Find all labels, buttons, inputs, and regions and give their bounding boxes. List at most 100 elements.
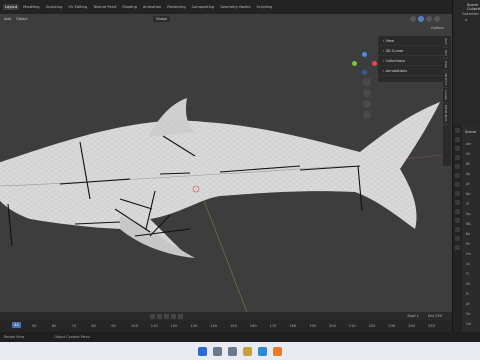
end-label: End [427, 314, 435, 318]
npanel-item-collections[interactable]: › Collections [378, 56, 443, 66]
properties-tab-icon[interactable] [455, 236, 460, 241]
sidebar-tabs: Item Tool View 3D-Print Create EDGE-Tools [443, 36, 451, 166]
property-item[interactable]: Dr [466, 302, 470, 306]
property-item[interactable]: Se [466, 152, 470, 156]
current-frame-indicator[interactable]: 44 [12, 322, 21, 328]
property-item[interactable]: Dr [466, 182, 470, 186]
tab-animation[interactable]: Animation [141, 4, 163, 10]
properties-tab-icon[interactable] [455, 245, 460, 250]
timeline-tick-label: 100 [131, 324, 138, 328]
properties-tab-icon[interactable] [455, 182, 460, 187]
outliner-item[interactable]: Collection [462, 12, 479, 16]
tab-layout[interactable]: Layout [3, 4, 20, 10]
property-item[interactable]: Ba [466, 232, 470, 236]
sidebar-tab-create[interactable]: Create [443, 88, 449, 103]
tab-modeling[interactable]: Modeling [21, 4, 41, 10]
timeline-tick-label: 240 [408, 324, 416, 328]
tab-shading[interactable]: Shading [120, 4, 139, 10]
start-field[interactable]: 1 [417, 314, 419, 318]
folder-icon[interactable] [243, 346, 252, 356]
property-item[interactable]: Sh [466, 282, 470, 286]
z-axis-icon[interactable] [362, 52, 367, 57]
properties-tab-icon[interactable] [455, 155, 460, 160]
search-icon[interactable] [213, 346, 222, 356]
play-icon[interactable] [164, 313, 169, 319]
grid-icon[interactable] [363, 111, 371, 119]
properties-tab-icon[interactable] [455, 164, 460, 169]
timeline-tick-label: 60 [51, 324, 57, 328]
tab-rendering[interactable]: Rendering [165, 4, 187, 10]
property-item[interactable]: Am [466, 142, 471, 146]
sidebar-tab-view[interactable]: View [443, 59, 449, 71]
start-icon[interactable] [198, 346, 207, 356]
jump-start-icon[interactable] [150, 313, 155, 319]
properties-tab-strip [453, 124, 462, 336]
property-item[interactable]: Bk [466, 162, 470, 166]
camera-icon[interactable] [363, 100, 371, 108]
outliner-item[interactable]: A [465, 18, 467, 22]
timeline-tick-label: 80 [91, 324, 96, 328]
property-item[interactable]: Co [466, 262, 470, 266]
x-axis-icon[interactable] [372, 61, 377, 66]
next-keyframe-icon[interactable] [171, 313, 176, 319]
properties-tab-icon[interactable] [455, 173, 460, 178]
properties-tab-icon[interactable] [455, 191, 460, 196]
timeline-tick-label: 200 [329, 324, 336, 328]
timeline-tick-label: 110 [150, 324, 158, 328]
neg-z-axis-icon[interactable] [362, 70, 367, 75]
frame-range: Start 1 End 250 [407, 314, 442, 318]
tab-scripting[interactable]: Scripting [254, 4, 274, 10]
sidebar-tab-edge-tools[interactable]: EDGE-Tools [443, 103, 449, 125]
property-item[interactable]: Fr [466, 292, 469, 296]
property-item[interactable]: Col [466, 322, 471, 326]
property-item[interactable]: Sp [466, 172, 470, 176]
tab-texture-paint[interactable]: Texture Paint [91, 4, 118, 10]
jump-end-icon[interactable] [178, 313, 183, 319]
pan-icon[interactable] [363, 89, 371, 97]
properties-tab-icon[interactable] [455, 227, 460, 232]
timeline-tick-label: 210 [348, 324, 356, 328]
sidebar-tab-3d-print[interactable]: 3D-Print [443, 71, 449, 88]
timeline-tick-label: 230 [388, 324, 396, 328]
timeline-tick-label: 190 [309, 324, 317, 328]
property-item[interactable]: Sl [466, 202, 469, 206]
tab-uv-editing[interactable]: UV Editing [66, 4, 89, 10]
sidebar-n-panel: › View › 3D Cursor › Collections › Annotati… [378, 36, 443, 82]
npanel-item-annotations[interactable]: › Annotations [378, 66, 443, 76]
browser-icon[interactable] [258, 346, 267, 356]
y-axis-icon[interactable] [352, 61, 357, 66]
tab-sculpting[interactable]: Sculpting [44, 4, 65, 10]
status-bar: Rotate View Object Context Menu [0, 332, 480, 342]
properties-tab-icon[interactable] [455, 146, 460, 151]
npanel-item-view[interactable]: › View [378, 36, 443, 46]
property-item[interactable]: Ws [466, 222, 471, 226]
timeline-tick-label: 50 [32, 324, 37, 328]
property-item[interactable]: Pe [466, 242, 470, 246]
prev-keyframe-icon[interactable] [157, 313, 162, 319]
timeline-header: Start 1 End 250 [0, 312, 452, 320]
end-field[interactable]: 250 [436, 314, 442, 318]
outliner: Scene Collection Collection A [452, 0, 480, 124]
properties-tab-icon[interactable] [455, 218, 460, 223]
tab-geometry-nodes[interactable]: Geometry Nodes [218, 4, 252, 10]
properties-tab-icon[interactable] [455, 137, 460, 142]
3d-viewport[interactable]: Add Object Global Options › View › 3D Cu… [0, 14, 452, 320]
property-item[interactable]: Ov [466, 312, 470, 316]
npanel-item-3d-cursor[interactable]: › 3D Cursor [378, 46, 443, 56]
timeline-tick-label: 70 [71, 324, 77, 328]
taskview-icon[interactable] [228, 346, 237, 356]
workspace-tabs: Layout Modeling Sculpting UV Editing Texture… [0, 0, 452, 14]
zoom-icon[interactable] [363, 78, 371, 86]
property-item[interactable]: Ti [466, 272, 469, 276]
sidebar-tab-item[interactable]: Item [443, 36, 449, 48]
properties-tab-icon[interactable] [455, 128, 460, 133]
property-item[interactable]: Dp [466, 212, 470, 216]
blender-icon[interactable] [273, 346, 282, 356]
properties-tab-icon[interactable] [455, 200, 460, 205]
properties-tab-icon[interactable] [455, 209, 460, 214]
tab-compositing[interactable]: Compositing [190, 4, 217, 10]
property-item[interactable]: Fm [466, 252, 471, 256]
timeline-ruler[interactable]: 50 60 70 80 90 100 110 120 130 140 150 160 170 180 190… [0, 320, 452, 332]
sidebar-tab-tool[interactable]: Tool [443, 48, 449, 59]
property-item[interactable]: No [466, 192, 470, 196]
